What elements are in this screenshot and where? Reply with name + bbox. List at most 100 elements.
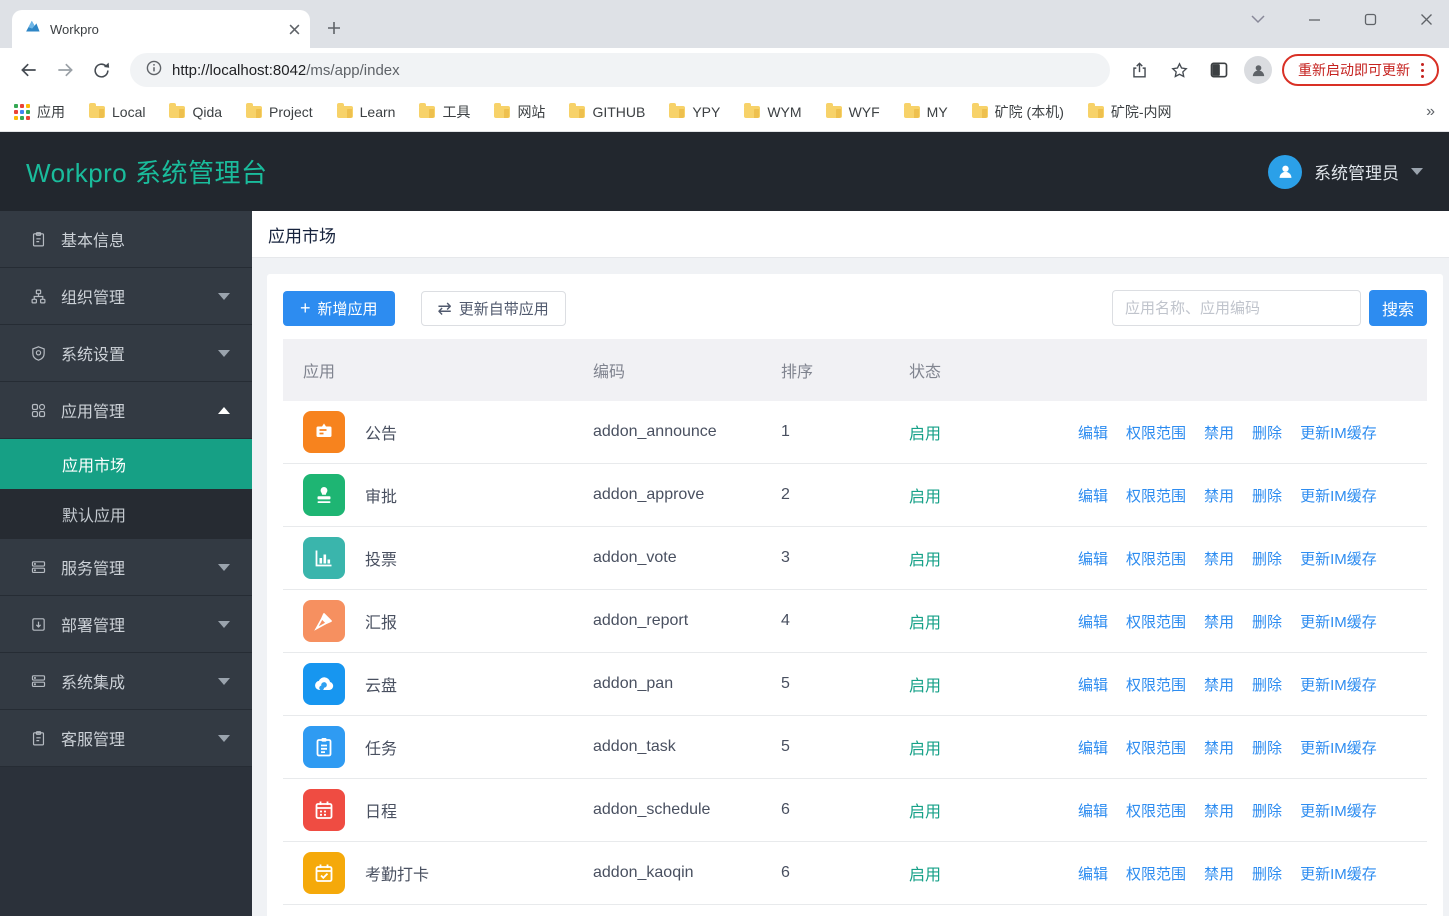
permission-scope-link[interactable]: 权限范围: [1126, 737, 1186, 758]
bookmark-item[interactable]: 工具: [419, 102, 470, 122]
url-bar[interactable]: http://localhost:8042/ms/app/index: [130, 53, 1110, 87]
delete-link[interactable]: 删除: [1252, 485, 1282, 506]
reload-icon[interactable]: [86, 55, 116, 85]
disable-link[interactable]: 禁用: [1204, 737, 1234, 758]
app-code: addon_approve: [593, 486, 705, 503]
column-header-sort: 排序: [781, 364, 814, 381]
bookmark-item[interactable]: YPY: [669, 102, 720, 120]
window-close-icon[interactable]: [1411, 4, 1441, 34]
refresh-im-cache-link[interactable]: 更新IM缓存: [1300, 863, 1377, 884]
bookmark-item[interactable]: GITHUB: [569, 102, 645, 120]
favicon: [24, 18, 41, 40]
bookmark-item[interactable]: Qida: [169, 102, 222, 120]
refresh-im-cache-link[interactable]: 更新IM缓存: [1300, 800, 1377, 821]
disable-link[interactable]: 禁用: [1204, 485, 1234, 506]
table-header: 应用 编码 排序 状态: [283, 339, 1427, 401]
back-icon[interactable]: [14, 55, 44, 85]
sidebar-item-customer-service[interactable]: 客服管理: [0, 710, 252, 767]
permission-scope-link[interactable]: 权限范围: [1126, 548, 1186, 569]
bookmark-item[interactable]: MY: [903, 102, 948, 120]
sidebar-subitem-app-market[interactable]: 应用市场: [0, 439, 252, 489]
delete-link[interactable]: 删除: [1252, 737, 1282, 758]
edit-link[interactable]: 编辑: [1078, 737, 1108, 758]
edit-link[interactable]: 编辑: [1078, 485, 1108, 506]
bookmark-item[interactable]: WYM: [744, 102, 802, 120]
delete-link[interactable]: 删除: [1252, 611, 1282, 632]
browser-update-button[interactable]: 重新启动即可更新: [1282, 54, 1439, 86]
search-button[interactable]: 搜索: [1369, 290, 1427, 326]
folder-icon: [903, 102, 920, 118]
delete-link[interactable]: 删除: [1252, 422, 1282, 443]
user-avatar[interactable]: [1268, 154, 1302, 189]
search-input[interactable]: [1112, 290, 1361, 326]
new-tab-button[interactable]: [320, 14, 348, 42]
bookmark-item[interactable]: 矿院-内网: [1087, 102, 1172, 122]
edit-link[interactable]: 编辑: [1078, 674, 1108, 695]
permission-scope-link[interactable]: 权限范围: [1126, 800, 1186, 821]
sidebar-item-system-integration[interactable]: 系统集成: [0, 653, 252, 710]
bookmark-item[interactable]: Project: [246, 102, 313, 120]
browser-menu-dots-icon[interactable]: [1418, 62, 1427, 78]
forward-icon[interactable]: [50, 55, 80, 85]
window-minimize-icon[interactable]: [1299, 4, 1329, 34]
user-menu[interactable]: 系统管理员: [1268, 154, 1423, 189]
window-menu-chevron-icon[interactable]: [1243, 4, 1273, 34]
disable-link[interactable]: 禁用: [1204, 422, 1234, 443]
browser-profile-avatar[interactable]: [1244, 56, 1272, 84]
permission-scope-link[interactable]: 权限范围: [1126, 611, 1186, 632]
bookmark-item[interactable]: 网站: [494, 102, 545, 122]
delete-link[interactable]: 删除: [1252, 800, 1282, 821]
edit-link[interactable]: 编辑: [1078, 863, 1108, 884]
site-info-icon[interactable]: [146, 60, 162, 81]
edit-link[interactable]: 编辑: [1078, 611, 1108, 632]
permission-scope-link[interactable]: 权限范围: [1126, 674, 1186, 695]
apps-grid-icon: [14, 103, 30, 120]
disable-link[interactable]: 禁用: [1204, 800, 1234, 821]
bookmark-item[interactable]: Local: [89, 102, 145, 120]
browser-tab[interactable]: Workpro: [12, 10, 310, 48]
bookmark-item[interactable]: 矿院 (本机): [971, 102, 1064, 122]
disable-link[interactable]: 禁用: [1204, 548, 1234, 569]
folder-icon: [494, 102, 511, 118]
permission-scope-link[interactable]: 权限范围: [1126, 422, 1186, 443]
update-builtin-apps-button[interactable]: ⇄ 更新自带应用: [420, 290, 566, 326]
refresh-im-cache-link[interactable]: 更新IM缓存: [1300, 548, 1377, 569]
split-screen-icon[interactable]: [1204, 55, 1234, 85]
sidebar-item-app-management[interactable]: 应用管理: [0, 382, 252, 439]
refresh-im-cache-link[interactable]: 更新IM缓存: [1300, 485, 1377, 506]
permission-scope-link[interactable]: 权限范围: [1126, 485, 1186, 506]
sidebar-item-deploy-management[interactable]: 部署管理: [0, 596, 252, 653]
window-maximize-icon[interactable]: [1355, 4, 1385, 34]
sidebar-item-organization[interactable]: 组织管理: [0, 268, 252, 325]
bookmarks-overflow-chevron-icon[interactable]: »: [1426, 103, 1435, 121]
disable-link[interactable]: 禁用: [1204, 863, 1234, 884]
add-app-button[interactable]: + 新增应用: [283, 290, 395, 326]
bookmark-item[interactable]: Learn: [336, 102, 395, 120]
bookmark-item[interactable]: WYF: [825, 102, 880, 120]
refresh-im-cache-link[interactable]: 更新IM缓存: [1300, 422, 1377, 443]
edit-link[interactable]: 编辑: [1078, 422, 1108, 443]
edit-link[interactable]: 编辑: [1078, 800, 1108, 821]
delete-link[interactable]: 删除: [1252, 674, 1282, 695]
tab-close-icon[interactable]: [289, 24, 300, 35]
disable-link[interactable]: 禁用: [1204, 674, 1234, 695]
edit-link[interactable]: 编辑: [1078, 548, 1108, 569]
delete-link[interactable]: 删除: [1252, 548, 1282, 569]
app-code: addon_announce: [593, 423, 717, 440]
permission-scope-link[interactable]: 权限范围: [1126, 863, 1186, 884]
sidebar-item-service-management[interactable]: 服务管理: [0, 539, 252, 596]
sidebar-item-basic-info[interactable]: 基本信息: [0, 211, 252, 268]
sidebar-item-system-settings[interactable]: 系统设置: [0, 325, 252, 382]
share-icon[interactable]: [1124, 55, 1154, 85]
delete-link[interactable]: 删除: [1252, 863, 1282, 884]
chevron-down-icon: [218, 734, 230, 742]
app-sort: 1: [781, 423, 790, 440]
sidebar-subitem-default-apps[interactable]: 默认应用: [0, 489, 252, 539]
refresh-im-cache-link[interactable]: 更新IM缓存: [1300, 674, 1377, 695]
refresh-im-cache-link[interactable]: 更新IM缓存: [1300, 611, 1377, 632]
bookmark-apps[interactable]: 应用: [14, 102, 65, 122]
favorite-star-icon[interactable]: [1164, 55, 1194, 85]
app-sort: 3: [781, 549, 790, 566]
disable-link[interactable]: 禁用: [1204, 611, 1234, 632]
refresh-im-cache-link[interactable]: 更新IM缓存: [1300, 737, 1377, 758]
